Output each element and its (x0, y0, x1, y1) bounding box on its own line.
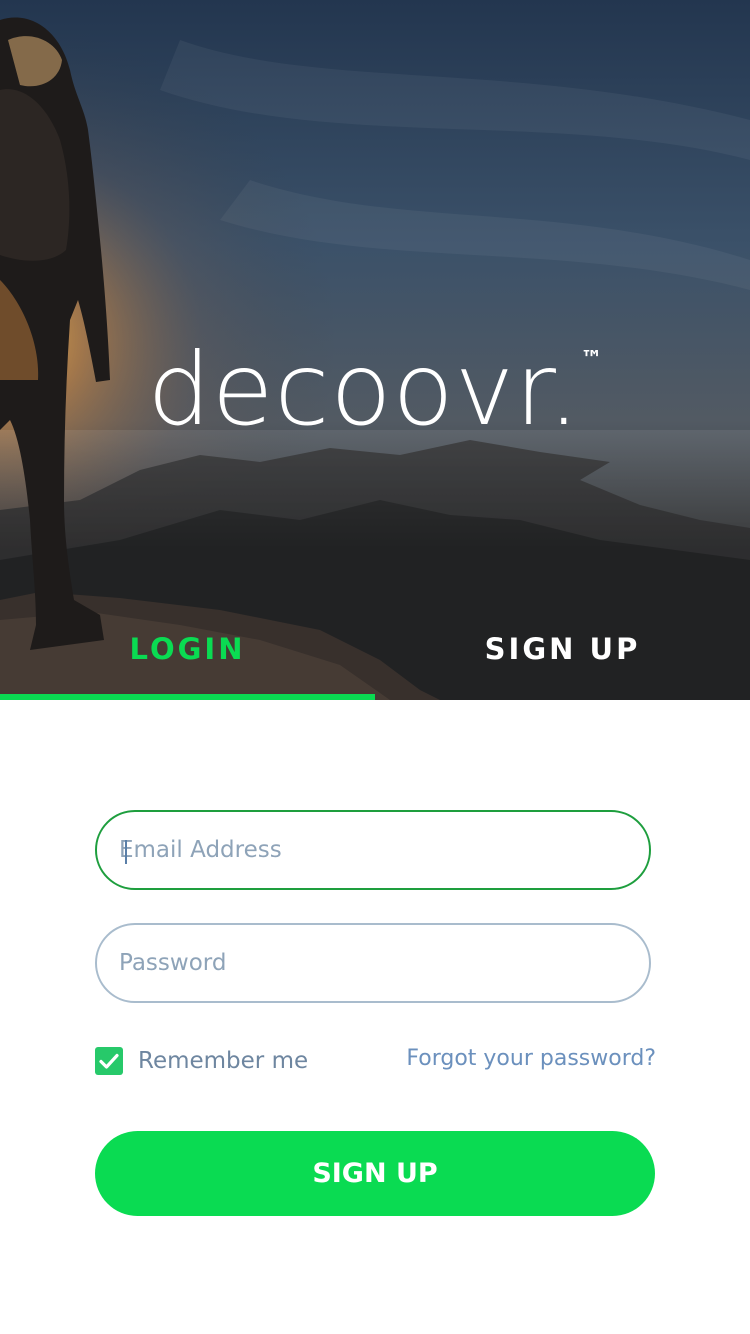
trademark-symbol: ™ (580, 347, 603, 372)
email-input[interactable] (119, 812, 619, 888)
brand-name: decoovr. (147, 331, 581, 448)
tab-signup[interactable]: SIGN UP (375, 625, 750, 673)
submit-button[interactable]: SIGN UP (95, 1131, 655, 1216)
password-input[interactable] (119, 925, 619, 1001)
password-field[interactable] (95, 923, 651, 1003)
email-field[interactable] (95, 810, 651, 890)
active-tab-indicator (0, 694, 375, 700)
remember-me-checkbox[interactable] (95, 1047, 123, 1075)
tab-login[interactable]: LOGIN (0, 625, 375, 673)
hero-banner: decoovr.™ LOGIN SIGN UP (0, 0, 750, 700)
forgot-password-link[interactable]: Forgot your password? (406, 1042, 656, 1076)
text-cursor (125, 840, 127, 864)
remember-me-label[interactable]: Remember me (138, 1044, 308, 1078)
check-icon (99, 1053, 119, 1069)
brand-logo: decoovr.™ (0, 300, 750, 450)
